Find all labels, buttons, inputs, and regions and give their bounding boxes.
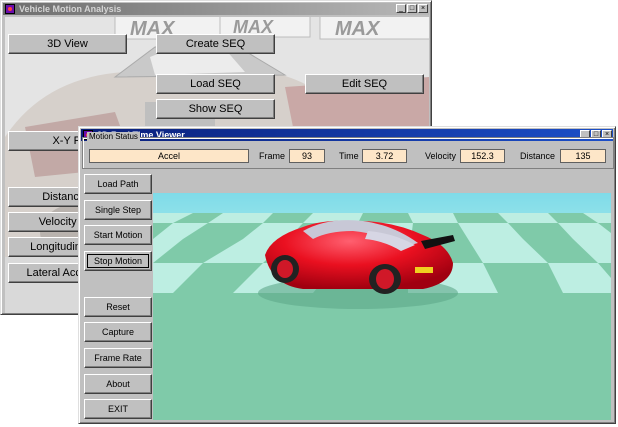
single-step-button[interactable]: Single Step [84, 200, 152, 220]
reset-button[interactable]: Reset [84, 297, 152, 317]
3d-viewport[interactable] [153, 193, 611, 420]
longitudinal-plot-button[interactable]: Longitudina [8, 237, 88, 257]
app-icon [5, 4, 15, 14]
edit-seq-button[interactable]: Edit SEQ [305, 74, 424, 94]
close-icon[interactable]: × [418, 4, 428, 13]
frame-value-field: 93 [289, 149, 325, 163]
time-label: Time [339, 151, 359, 161]
3d-view-button[interactable]: 3D View [8, 34, 127, 54]
show-seq-button[interactable]: Show SEQ [156, 99, 275, 119]
window-title: Vehicle Motion Analysis [19, 4, 122, 14]
load-path-button[interactable]: Load Path [84, 174, 152, 194]
title-bar[interactable]: Vehicle Motion Analysis _ □ × [3, 3, 429, 15]
maximize-icon[interactable]: □ [407, 4, 417, 13]
motion-status-label: Motion Status [87, 132, 140, 141]
exit-button[interactable]: EXIT [84, 399, 152, 419]
frame-label: Frame [259, 151, 286, 161]
stop-motion-button[interactable]: Stop Motion [84, 251, 152, 271]
velocity-plot-button[interactable]: Velocity P [8, 212, 88, 232]
distance-value-field: 135 [560, 149, 606, 163]
create-seq-button[interactable]: Create SEQ [156, 34, 275, 54]
distance-label: Distance [520, 151, 556, 161]
frame-rate-button[interactable]: Frame Rate [84, 348, 152, 368]
lateral-accel-plot-button[interactable]: Lateral Acce [8, 263, 88, 283]
sign-text-3: MAX [335, 18, 381, 40]
motion-state-field: Accel [89, 149, 249, 163]
minimize-icon[interactable]: _ [396, 4, 406, 13]
velocity-label: Velocity [425, 151, 457, 161]
time-value-field: 3.72 [362, 149, 407, 163]
xy-plot-button[interactable]: X-Y P [8, 131, 88, 151]
about-button[interactable]: About [84, 374, 152, 394]
start-motion-button[interactable]: Start Motion [84, 225, 152, 245]
distance-plot-button[interactable]: Distance [8, 187, 88, 207]
load-seq-button[interactable]: Load SEQ [156, 74, 275, 94]
capture-button[interactable]: Capture [84, 322, 152, 342]
velocity-value-field: 152.3 [460, 149, 505, 163]
3d-scene-canvas[interactable] [153, 193, 611, 420]
